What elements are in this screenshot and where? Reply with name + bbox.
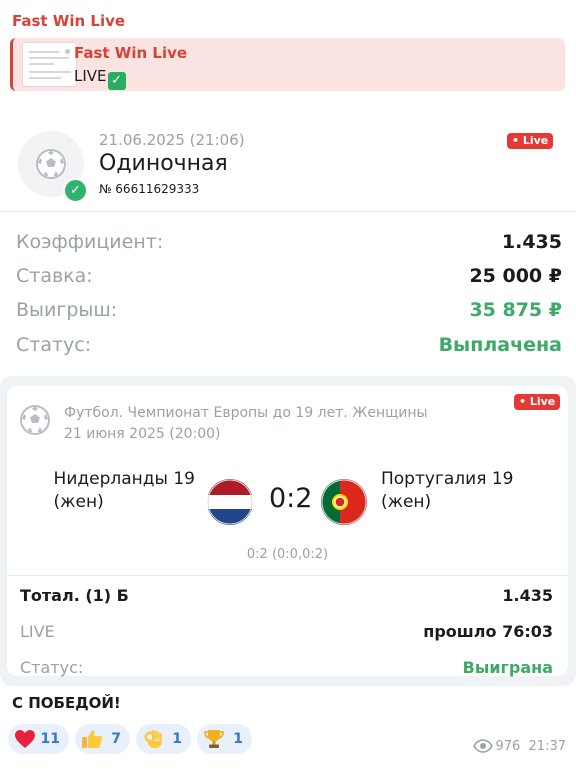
home-team: Нидерланды 19 (жен) xyxy=(54,468,195,514)
reply-thumbnail xyxy=(22,42,77,87)
bet-card: ✓ 21.06.2025 (21:06) Одиночная № 6661162… xyxy=(0,100,576,370)
score-detail: 0:2 (0:0,0:2) xyxy=(246,547,329,562)
row-value: 25 000 ₽ xyxy=(469,265,562,287)
view-count: 976 xyxy=(495,739,521,754)
trophy-icon xyxy=(204,730,224,748)
live-badge: • Live xyxy=(507,133,554,149)
reply-preview[interactable]: Fast Win Live LIVE ✓ xyxy=(10,38,565,91)
divider xyxy=(7,575,568,576)
reply-title: Fast Win Live xyxy=(74,44,188,62)
bet-number: № 66611629333 xyxy=(99,182,200,196)
ok-hand-icon xyxy=(144,730,162,748)
reaction-heart[interactable]: 11 xyxy=(8,724,69,754)
row-value: 1.435 xyxy=(502,586,553,605)
row-label: Статус: xyxy=(16,334,92,356)
netherlands-flag-icon xyxy=(207,479,253,525)
bet-type: Одиночная xyxy=(99,151,228,176)
message-time: 21:37 xyxy=(528,739,566,754)
away-team-category: (жен) xyxy=(381,492,432,512)
thumbs-up-icon xyxy=(82,730,103,748)
reaction-count: 1 xyxy=(233,731,243,747)
sender-name[interactable]: Fast Win Live xyxy=(12,12,125,30)
row-value: 35 875 ₽ xyxy=(469,299,562,321)
row-value: 1.435 xyxy=(501,231,562,253)
row-label: Тотал. (1) Б xyxy=(20,586,129,605)
football-icon xyxy=(36,149,66,179)
reaction-count: 1 xyxy=(172,731,182,747)
away-team: Португалия 19 (жен) xyxy=(381,468,513,514)
row-label: Статус: xyxy=(20,658,84,677)
row-value: Выплачена xyxy=(438,334,562,356)
checkmark-badge-icon: ✓ xyxy=(63,178,88,203)
match-date: 21 июня 2025 (20:00) xyxy=(64,426,221,442)
match-card: Футбол. Чемпионат Европы до 19 лет. Женщ… xyxy=(0,376,576,686)
heart-icon xyxy=(15,730,35,748)
check-mark-icon: ✓ xyxy=(107,72,126,90)
match-score: 0:2 xyxy=(269,483,313,514)
match-card-body: Футбол. Чемпионат Европы до 19 лет. Женщ… xyxy=(7,386,568,677)
row-label: Выигрыш: xyxy=(16,299,118,321)
divider xyxy=(0,211,576,212)
row-value: прошло 76:03 xyxy=(423,622,553,641)
league-name: Футбол. Чемпионат Европы до 19 лет. Женщ… xyxy=(64,405,428,421)
row-label: Ставка: xyxy=(16,265,93,287)
message-meta: 976 21:37 xyxy=(473,739,566,754)
bet-date: 21.06.2025 (21:06) xyxy=(99,131,245,149)
row-label: LIVE xyxy=(20,622,55,641)
live-badge: • Live xyxy=(514,394,561,410)
home-team-category: (жен) xyxy=(53,492,104,512)
reply-text: LIVE xyxy=(74,67,107,85)
home-team-name: Нидерланды 19 xyxy=(53,469,195,489)
away-team-name: Португалия 19 xyxy=(381,469,514,489)
reaction-ok-hand[interactable]: 1 xyxy=(136,724,191,754)
message-caption: С ПОБЕДОЙ! xyxy=(12,694,121,712)
reaction-count: 7 xyxy=(111,731,121,747)
football-icon xyxy=(20,405,50,435)
reaction-trophy[interactable]: 1 xyxy=(197,724,252,754)
row-label: Коэффициент: xyxy=(16,231,164,253)
eye-icon xyxy=(473,739,494,753)
reaction-thumbs-up[interactable]: 7 xyxy=(75,724,130,754)
reaction-count: 11 xyxy=(40,731,60,747)
portugal-flag-icon xyxy=(321,479,367,525)
row-value: Выиграна xyxy=(462,658,553,677)
